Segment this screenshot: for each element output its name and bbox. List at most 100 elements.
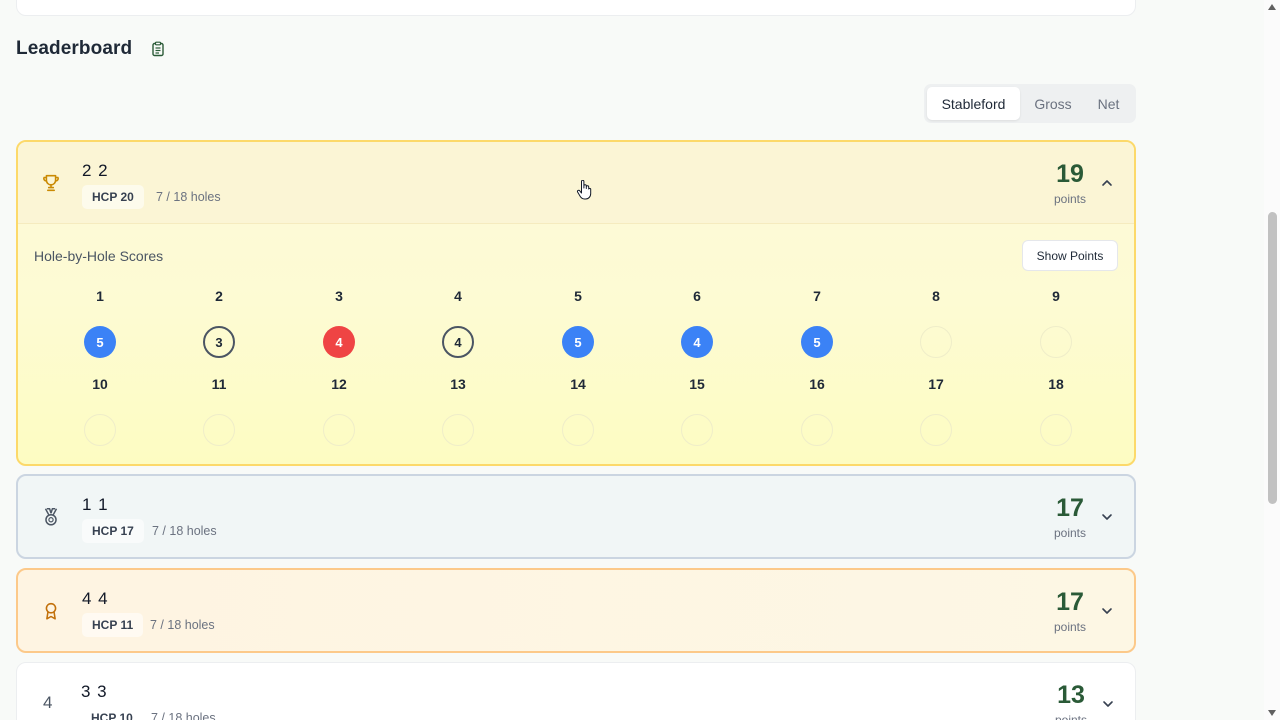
- tab-stableford[interactable]: Stableford: [927, 87, 1020, 120]
- rank-number: 4: [43, 693, 53, 712]
- hole-column: 55: [548, 288, 608, 358]
- hole-column: 18: [1026, 376, 1086, 446]
- hole-column: 64: [667, 288, 727, 358]
- hole-score: 5: [562, 326, 594, 358]
- hole-score: 4: [442, 326, 474, 358]
- hole-score: [84, 414, 116, 446]
- hole-number: 3: [335, 288, 343, 304]
- holes-played: 7 / 18 holes: [156, 190, 221, 204]
- hole-number: 17: [928, 376, 944, 392]
- holes-played: 7 / 18 holes: [152, 524, 217, 538]
- player-name: 4 4: [82, 589, 109, 608]
- hole-number: 16: [809, 376, 825, 392]
- hole-column: 34: [309, 288, 369, 358]
- hole-score: [920, 414, 952, 446]
- page-title: Leaderboard: [16, 38, 133, 59]
- hole-score: [920, 326, 952, 358]
- tab-net[interactable]: Net: [1086, 87, 1131, 120]
- chevron-down-icon[interactable]: [1101, 697, 1115, 711]
- hole-column: 9: [1026, 288, 1086, 358]
- hand-cursor-icon: [577, 180, 592, 200]
- hole-column: 12: [309, 376, 369, 446]
- hcp-badge: HCP 17: [82, 519, 144, 543]
- holes-played: 7 / 18 holes: [151, 711, 216, 720]
- row-header[interactable]: 4 4 HCP 11 7 / 18 holes 17 points: [18, 570, 1134, 651]
- leaderboard-row-second[interactable]: 1 1 HCP 17 7 / 18 holes 17 points: [16, 474, 1136, 559]
- hole-number: 6: [693, 288, 701, 304]
- chevron-up-icon[interactable]: [1100, 176, 1114, 190]
- player-name: 2 2: [82, 161, 109, 180]
- hole-number: 11: [211, 376, 227, 392]
- hole-score: 5: [84, 326, 116, 358]
- hole-score: 4: [323, 326, 355, 358]
- leaderboard-header: Leaderboard: [16, 38, 166, 60]
- score-unit: points: [1054, 713, 1088, 720]
- medal-icon: [44, 508, 58, 526]
- chevron-down-icon[interactable]: [1100, 604, 1114, 618]
- hole-column: 10: [70, 376, 130, 446]
- hole-score: [562, 414, 594, 446]
- scoring-mode-tabs: Stableford Gross Net: [924, 84, 1136, 123]
- hole-number: 1: [96, 288, 104, 304]
- hole-score: 5: [801, 326, 833, 358]
- trophy-icon: [43, 174, 59, 192]
- hcp-badge: HCP 10: [81, 706, 143, 720]
- hole-column: 44: [428, 288, 488, 358]
- scrollbar[interactable]: [1264, 0, 1280, 720]
- hole-number: 9: [1052, 288, 1060, 304]
- score-value: 17: [1056, 494, 1084, 522]
- hole-score: [442, 414, 474, 446]
- row-header[interactable]: 4 3 3 HCP 10 7 / 18 holes 13 points: [17, 663, 1135, 720]
- hole-score: [323, 414, 355, 446]
- holes-played: 7 / 18 holes: [150, 618, 215, 632]
- hole-score: [681, 414, 713, 446]
- hole-score: [1040, 326, 1072, 358]
- hole-score: [203, 414, 235, 446]
- scroll-down-icon[interactable]: [1268, 710, 1276, 716]
- hole-column: 14: [548, 376, 608, 446]
- hole-column: 17: [906, 376, 966, 446]
- hole-number: 2: [215, 288, 223, 304]
- hole-grid: 1 5 2 3 3 4 4 4 5 5 6 4 7 5 8 9 10 11 12 13 14 15 16 17 18: [18, 224, 1134, 464]
- leaderboard-row-fourth[interactable]: 4 3 3 HCP 10 7 / 18 holes 13 points: [16, 662, 1136, 720]
- hole-column: 15: [667, 376, 727, 446]
- clipboard-icon[interactable]: [150, 41, 166, 57]
- award-icon: [45, 602, 57, 620]
- hole-number: 8: [932, 288, 940, 304]
- hcp-badge: HCP 11: [82, 613, 144, 637]
- hole-column: 75: [787, 288, 847, 358]
- score-value: 13: [1057, 681, 1085, 709]
- chevron-down-icon[interactable]: [1100, 510, 1114, 524]
- hole-score: 3: [203, 326, 235, 358]
- hole-column: 11: [189, 376, 249, 446]
- hole-column: 16: [787, 376, 847, 446]
- hole-number: 10: [92, 376, 108, 392]
- previous-card: [16, 0, 1136, 16]
- scroll-up-icon[interactable]: [1268, 4, 1276, 10]
- hole-number: 15: [689, 376, 705, 392]
- hole-column: 23: [189, 288, 249, 358]
- hole-number: 13: [450, 376, 466, 392]
- hole-number: 4: [454, 288, 462, 304]
- hole-number: 18: [1048, 376, 1064, 392]
- player-name: 3 3: [81, 682, 108, 701]
- scrollbar-thumb[interactable]: [1268, 212, 1277, 504]
- player-name: 1 1: [82, 495, 109, 514]
- score-value: 17: [1056, 588, 1084, 616]
- hole-number: 7: [813, 288, 821, 304]
- score-value: 19: [1056, 160, 1084, 188]
- hole-column: 15: [70, 288, 130, 358]
- score-unit: points: [1053, 526, 1087, 540]
- hole-score: [801, 414, 833, 446]
- leaderboard-row-third[interactable]: 4 4 HCP 11 7 / 18 holes 17 points: [16, 568, 1136, 653]
- hole-score: [1040, 414, 1072, 446]
- tab-gross[interactable]: Gross: [1022, 87, 1084, 120]
- hole-column: 8: [906, 288, 966, 358]
- hole-number: 14: [570, 376, 586, 392]
- score-unit: points: [1053, 192, 1087, 206]
- hcp-badge: HCP 20: [82, 185, 144, 209]
- hole-column: 13: [428, 376, 488, 446]
- score-unit: points: [1053, 620, 1087, 634]
- hole-score: 4: [681, 326, 713, 358]
- row-header[interactable]: 1 1 HCP 17 7 / 18 holes 17 points: [18, 476, 1134, 557]
